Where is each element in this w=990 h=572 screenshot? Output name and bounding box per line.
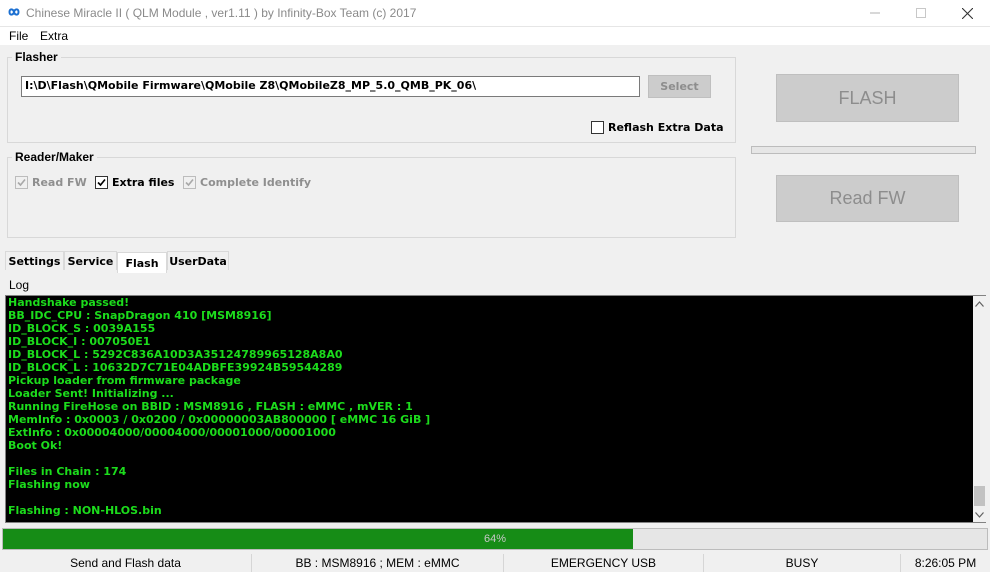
log-line: ID_BLOCK_I : 007050E1 — [8, 335, 151, 348]
extra-files-label: Extra files — [112, 176, 175, 189]
log-line: BB_IDC_CPU : SnapDragon 410 [MSM8916] — [8, 309, 272, 322]
status-action: Send and Flash data — [0, 554, 252, 572]
extra-files-checkbox[interactable]: Extra files — [95, 176, 174, 189]
log-line: Files in Chain : 174 — [8, 465, 127, 478]
log-line: MemInfo : 0x0003 / 0x0200 / 0x00000003AB… — [8, 413, 431, 426]
scroll-down-button[interactable] — [973, 508, 986, 521]
log-line: Loader Sent! Initializing ... — [8, 387, 174, 400]
secondary-progress-bar — [751, 146, 976, 154]
complete-identify-checkbox-box[interactable] — [183, 176, 196, 189]
reflash-extra-data-checkbox[interactable]: Reflash Extra Data — [591, 121, 724, 134]
window-title: Chinese Miracle II ( QLM Module , ver1.1… — [26, 6, 417, 20]
complete-identify-checkbox[interactable]: Complete Identify — [183, 176, 311, 189]
chevron-up-icon — [975, 300, 984, 307]
tab-service[interactable]: Service — [64, 251, 117, 270]
log-line: Pickup loader from firmware package — [8, 374, 241, 387]
read-fw-label: Read FW — [32, 176, 87, 189]
reflash-label: Reflash Extra Data — [608, 121, 724, 134]
maximize-button[interactable] — [899, 0, 943, 26]
status-mode: EMERGENCY USB — [504, 554, 704, 572]
read-fw-checkbox-box[interactable] — [15, 176, 28, 189]
close-icon — [961, 7, 973, 19]
flash-button[interactable]: FLASH — [776, 74, 959, 122]
log-line: Flashing : NON-HLOS.bin — [8, 504, 162, 517]
flash-progress-bar: 64% — [2, 528, 988, 550]
menu-file[interactable]: File — [9, 29, 28, 43]
check-icon — [17, 178, 26, 187]
title-bar: Chinese Miracle II ( QLM Module , ver1.1… — [0, 0, 990, 27]
check-icon — [185, 178, 194, 187]
close-button[interactable] — [945, 0, 989, 26]
log-line: ID_BLOCK_S : 0039A155 — [8, 322, 156, 335]
reader-maker-group — [7, 157, 736, 238]
log-line: ID_BLOCK_L : 5292C836A10D3A3512478996512… — [8, 348, 343, 361]
minimize-icon — [870, 12, 880, 14]
chevron-down-icon — [975, 511, 984, 518]
log-line: ExtInfo : 0x00004000/00004000/00001000/0… — [8, 426, 336, 439]
reflash-checkbox-box[interactable] — [591, 121, 604, 134]
status-bb-info: BB : MSM8916 ; MEM : eMMC — [252, 554, 504, 572]
scroll-up-button[interactable] — [973, 297, 986, 310]
minimize-button[interactable] — [853, 0, 897, 26]
menu-extra[interactable]: Extra — [40, 29, 68, 43]
infinity-icon — [8, 8, 20, 16]
log-line: Handshake passed! — [8, 296, 130, 309]
extra-files-checkbox-box[interactable] — [95, 176, 108, 189]
log-label: Log — [9, 278, 30, 292]
read-fw-button[interactable]: Read FW — [776, 175, 959, 222]
status-state: BUSY — [704, 554, 901, 572]
read-fw-checkbox[interactable]: Read FW — [15, 176, 87, 189]
log-scrollbar[interactable] — [973, 296, 986, 522]
maximize-icon — [916, 8, 926, 18]
log-line: ID_BLOCK_L : 10632D7C71E04ADBFE39924B595… — [8, 361, 343, 374]
tab-flash[interactable]: Flash — [117, 252, 167, 273]
firmware-path-input[interactable]: I:\D\Flash\QMobile Firmware\QMobile Z8\Q… — [21, 76, 640, 97]
menu-bar: File Extra — [0, 27, 990, 45]
status-bar: Send and Flash data BB : MSM8916 ; MEM :… — [0, 552, 990, 572]
flasher-group-title: Flasher — [12, 50, 61, 64]
status-time: 8:26:05 PM — [914, 556, 977, 570]
log-line: Boot Ok! — [8, 439, 63, 452]
check-icon — [97, 178, 106, 187]
log-panel[interactable]: Handshake passed! BB_IDC_CPU : SnapDragon… — [5, 295, 986, 523]
scroll-thumb[interactable] — [974, 486, 985, 506]
tab-userdata[interactable]: UserData — [167, 251, 229, 270]
log-line: Flashing now — [8, 478, 90, 491]
complete-identify-label: Complete Identify — [200, 176, 311, 189]
select-button[interactable]: Select — [648, 75, 711, 98]
log-lines: Handshake passed! BB_IDC_CPU : SnapDragon… — [8, 296, 968, 517]
log-line: Running FireHose on BBID : MSM8916 , FLA… — [8, 400, 413, 413]
reader-maker-group-title: Reader/Maker — [12, 150, 97, 164]
progress-percent: 64% — [483, 533, 507, 545]
tab-settings[interactable]: Settings — [5, 251, 64, 270]
